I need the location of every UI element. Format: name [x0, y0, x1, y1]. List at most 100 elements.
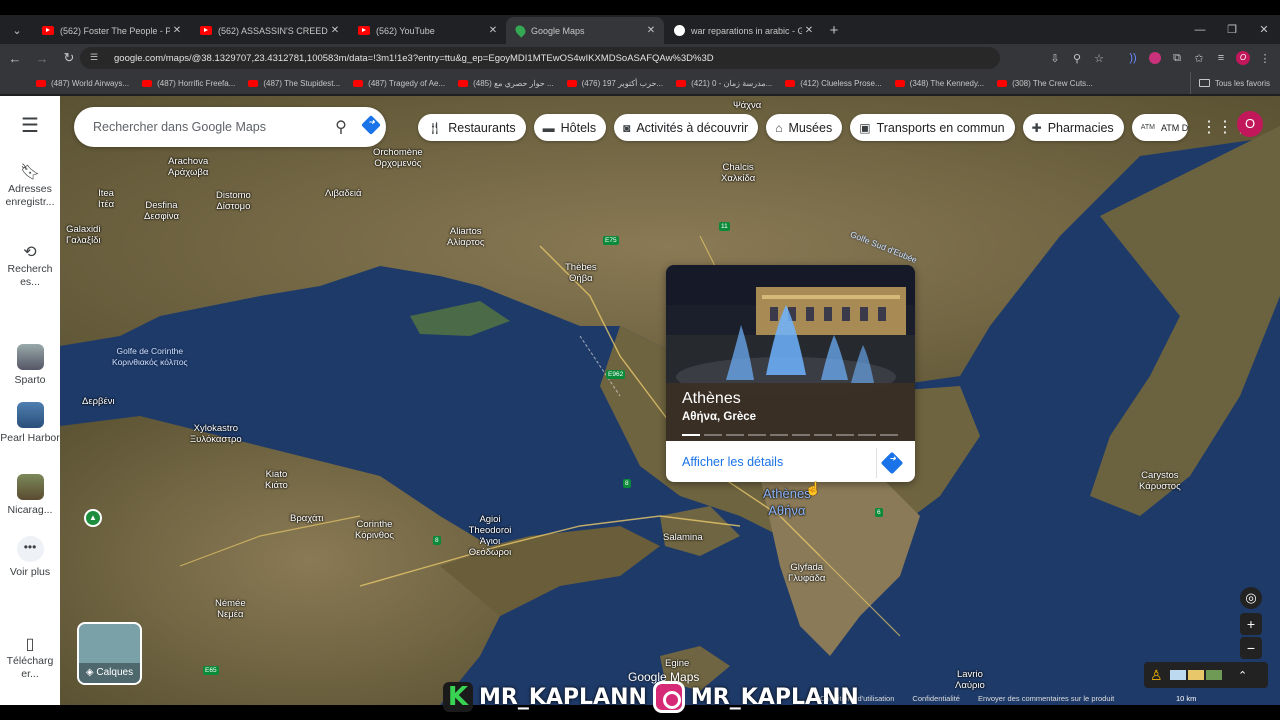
map-label[interactable]: Chalcis Χαλκίδα: [721, 162, 755, 184]
bookmark-item[interactable]: (487) The Stupidest...: [248, 79, 340, 88]
tab-search-icon[interactable]: ⌄: [6, 19, 28, 41]
map-type-tile[interactable]: [1188, 670, 1204, 680]
map-label[interactable]: Itea Ιτέα: [98, 188, 114, 210]
photo-dot[interactable]: [880, 434, 898, 436]
map-label[interactable]: Xylokastro Ξυλόκαστρο: [190, 423, 242, 445]
browser-tab[interactable]: (562) YouTube ✕: [348, 17, 506, 44]
menu-button[interactable]: ☰: [0, 116, 60, 137]
map-label[interactable]: Némée Νεμέα: [215, 598, 246, 620]
close-icon[interactable]: ✕: [328, 25, 342, 36]
browser-tab[interactable]: (562) ASSASSIN'S CREED VALHA ✕: [190, 17, 348, 44]
park-marker-icon[interactable]: ▲: [84, 509, 102, 527]
chip-transit[interactable]: ▣ Transports en commun: [850, 114, 1015, 141]
zoom-out-button[interactable]: −: [1240, 637, 1262, 659]
restore-icon[interactable]: ❐: [1216, 23, 1248, 36]
map-label[interactable]: Kiato Κιάτο: [265, 469, 288, 491]
bookmark-item[interactable]: (308) The Crew Cuts...: [997, 79, 1093, 88]
map-label[interactable]: Δερβένι: [82, 396, 115, 407]
photo-dot[interactable]: [682, 434, 700, 436]
map-label-city[interactable]: Athènes Αθήνα: [763, 485, 811, 519]
account-avatar[interactable]: O: [1237, 111, 1263, 137]
map-label[interactable]: Agioi Theodoroi Άγιοι Θεόδωροι: [462, 514, 518, 558]
feedback-link[interactable]: Envoyer des commentaires sur le produit: [978, 694, 1114, 705]
address-bar[interactable]: ☰ google.com/maps/@38.1329707,23.4312781…: [80, 47, 1000, 69]
bookmark-item[interactable]: (487) Horrific Freefa...: [142, 79, 235, 88]
bookmark-item[interactable]: (412) Clueless Prose...: [785, 79, 882, 88]
chip-pharmacies[interactable]: ✚ Pharmacies: [1022, 114, 1124, 141]
zoom-icon[interactable]: ⚲: [1066, 52, 1088, 65]
extension-shield-icon[interactable]: [1144, 52, 1166, 65]
map-type-tile[interactable]: [1170, 670, 1186, 680]
star-icon[interactable]: ☆: [1088, 52, 1110, 65]
my-location-button[interactable]: ◎: [1240, 587, 1262, 609]
photo-dot[interactable]: [704, 434, 722, 436]
map-label[interactable]: Desfina Δεσφίνα: [144, 200, 179, 222]
place-preview-card[interactable]: Athènes Αθήνα, Grèce Afficher les détail…: [666, 265, 915, 482]
browser-tab[interactable]: war reparations in arabic - Goo ✕: [664, 17, 822, 44]
search-input[interactable]: Rechercher dans Google Maps: [93, 120, 326, 134]
map-label[interactable]: Lavrio Λαύριο: [955, 669, 985, 691]
map-label[interactable]: Egine: [665, 658, 689, 669]
map-label[interactable]: Galaxidi Γαλαξίδι: [66, 224, 101, 246]
close-icon[interactable]: ✕: [170, 25, 184, 36]
map-label[interactable]: Glyfada Γλυφάδα: [788, 562, 825, 584]
privacy-link[interactable]: Confidentialité: [912, 694, 960, 705]
site-info-icon[interactable]: ☰: [90, 52, 104, 64]
map-label[interactable]: Salamina: [663, 532, 703, 543]
layers-button[interactable]: ◈ Calques: [77, 622, 142, 685]
chip-restaurants[interactable]: 🍴︎ Restaurants: [418, 114, 526, 141]
chip-hotels[interactable]: ▬ Hôtels: [533, 114, 607, 141]
extension-wave-icon[interactable]: )): [1122, 52, 1144, 64]
map-label[interactable]: Carystos Κάρυστος: [1139, 470, 1181, 492]
browser-tab-active[interactable]: Google Maps ✕: [506, 17, 664, 44]
pegman-icon[interactable]: ♙: [1150, 667, 1170, 684]
browser-tab[interactable]: (562) Foster The People - Pump ✕: [32, 17, 190, 44]
bookmark-item[interactable]: (348) The Kennedy...: [894, 79, 984, 88]
map-label[interactable]: Distomo Δίστομο: [216, 190, 251, 212]
photo-dot[interactable]: [726, 434, 744, 436]
map-label[interactable]: Βραχάτι: [290, 513, 323, 524]
map-label[interactable]: Λιβαδειά: [325, 188, 362, 199]
photo-dot[interactable]: [748, 434, 766, 436]
close-icon[interactable]: ✕: [802, 25, 816, 36]
menu-icon[interactable]: ⋮: [1254, 52, 1276, 65]
back-button[interactable]: ←: [3, 46, 27, 70]
map-label[interactable]: Thèbes Θήβα: [565, 262, 597, 284]
media-icon[interactable]: ≡: [1210, 52, 1232, 64]
bookmark-item[interactable]: (485) حوار حصري مع ...: [458, 79, 554, 88]
all-bookmarks-button[interactable]: Tous les favoris: [1189, 72, 1270, 94]
bookmark-item[interactable]: (476) حرب أكتوبر 197...: [566, 79, 663, 88]
rail-item-download[interactable]: ▯ Télécharg er...: [0, 637, 60, 681]
forward-button[interactable]: →: [30, 46, 54, 70]
new-tab-button[interactable]: +: [822, 18, 846, 42]
photo-pagination[interactable]: [682, 434, 902, 436]
photo-dot[interactable]: [836, 434, 854, 436]
map-label[interactable]: Corinthe Κόρινθος: [355, 519, 394, 541]
photo-dot[interactable]: [814, 434, 832, 436]
rail-item-recent-place[interactable]: Nicarag...: [0, 474, 60, 517]
expand-icon[interactable]: ⌃: [1238, 669, 1247, 682]
close-icon[interactable]: ✕: [644, 25, 658, 36]
bookmark-item[interactable]: (487) World Airways...: [36, 79, 129, 88]
bookmark-item[interactable]: (421) مدرسة زمان - 0...: [676, 79, 772, 88]
close-window-icon[interactable]: ✕: [1248, 23, 1280, 36]
map-label[interactable]: Ψάχνα: [733, 100, 761, 111]
bookmark-item[interactable]: (487) Tragedy of Ae...: [353, 79, 445, 88]
rail-item-recent-place[interactable]: Sparto: [0, 344, 60, 387]
extensions-puzzle-icon[interactable]: ⧉: [1166, 52, 1188, 65]
view-details-link[interactable]: Afficher les détails: [682, 455, 783, 469]
close-icon[interactable]: ✕: [486, 25, 500, 36]
map-type-tile[interactable]: [1206, 670, 1222, 680]
photo-dot[interactable]: [792, 434, 810, 436]
map-label[interactable]: Aliartos Αλίαρτος: [447, 226, 484, 248]
rail-item-more[interactable]: ••• Voir plus: [0, 536, 60, 579]
rail-item-recent[interactable]: ⟲ Recherch es...: [0, 245, 60, 289]
search-icon[interactable]: ⚲: [326, 117, 356, 137]
reload-button[interactable]: ↻: [57, 46, 81, 70]
chip-activities[interactable]: ◙ Activités à découvrir: [614, 114, 759, 141]
profile-avatar[interactable]: O: [1232, 51, 1254, 65]
scale-bar[interactable]: 10 km: [1176, 694, 1196, 703]
photo-dot[interactable]: [770, 434, 788, 436]
bookmarks-star-icon[interactable]: ✩: [1188, 52, 1210, 65]
rail-item-saved[interactable]: 🔖︎ Adresses enregistr...: [0, 165, 60, 209]
